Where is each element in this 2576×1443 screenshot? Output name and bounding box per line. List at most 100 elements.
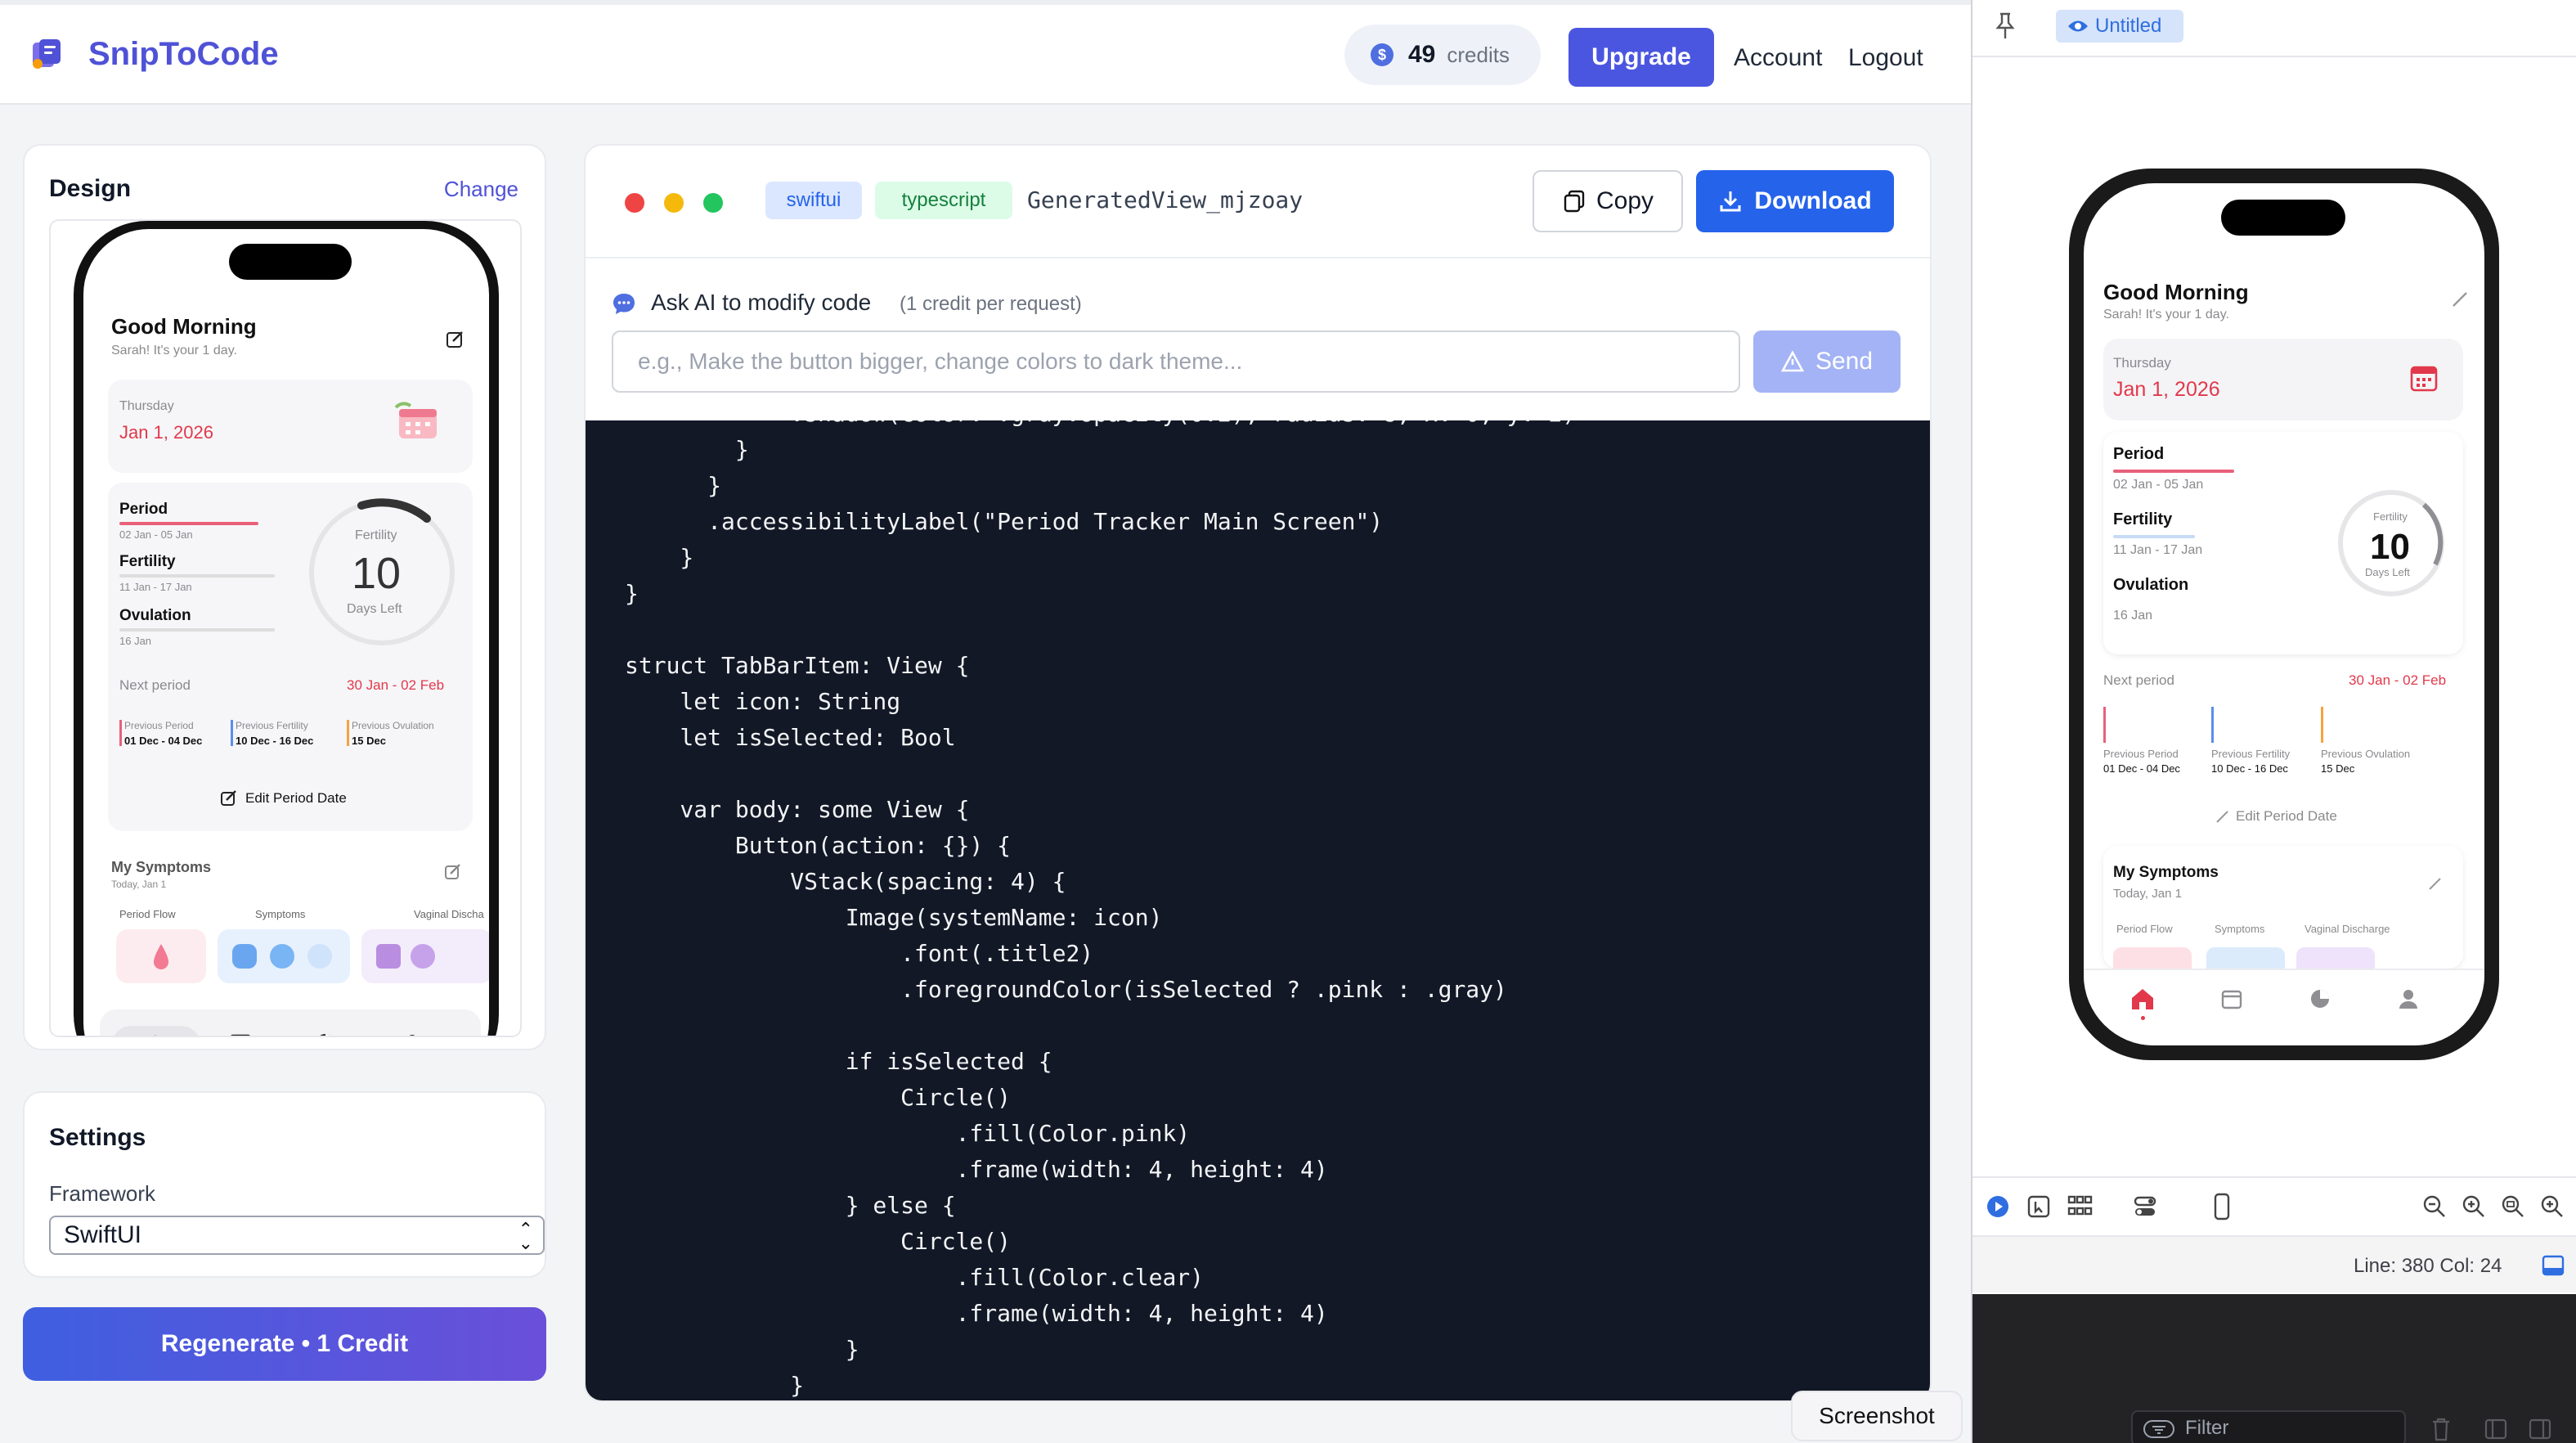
pie-chart-icon xyxy=(320,1034,331,1036)
select-cursor-icon[interactable] xyxy=(2026,1194,2051,1219)
zoom-in-icon[interactable] xyxy=(2540,1194,2565,1219)
device-icon[interactable] xyxy=(2213,1193,2231,1220)
body-icon xyxy=(232,944,257,969)
preview-greeting: Good Morning xyxy=(111,314,257,339)
period-flow-tile xyxy=(116,929,206,983)
xcode-fertility-bar xyxy=(2113,535,2195,538)
xcode-symptoms-tile xyxy=(2206,947,2285,969)
edit-icon xyxy=(447,331,463,348)
xcode-prev-period-marker xyxy=(2103,707,2106,743)
zoom-fit-icon[interactable] xyxy=(2462,1194,2486,1219)
xcode-discharge-tile xyxy=(2296,947,2375,969)
download-label: Download xyxy=(1754,187,1872,214)
variants-toggle-icon[interactable] xyxy=(2133,1194,2157,1219)
copy-button[interactable]: Copy xyxy=(1533,170,1683,232)
xcode-calendar-icon xyxy=(2410,366,2438,392)
updown-chevron-icon: ⌃ ⌄ xyxy=(518,1219,533,1253)
split-right-icon[interactable] xyxy=(2529,1418,2551,1440)
debug-console: Filter xyxy=(1972,1294,2576,1443)
xcode-calendar-tab-icon[interactable] xyxy=(2221,988,2242,1009)
xcode-person-icon[interactable] xyxy=(2398,988,2419,1009)
xcode-home-icon[interactable] xyxy=(2129,987,2156,1011)
xcode-edit-pencil-icon xyxy=(2216,811,2228,823)
framework-select[interactable]: SwiftUI ⌃ ⌄ xyxy=(49,1216,545,1255)
play-icon[interactable] xyxy=(1986,1194,2010,1219)
ai-prompt-input[interactable] xyxy=(612,330,1740,393)
xcode-next-period-label: Next period xyxy=(2103,672,2174,688)
top-bar: SnipToCode $ 49 credits Upgrade Account … xyxy=(0,0,1971,105)
xcode-phone-frame: Good Morning Sarah! It's your 1 day. Thu… xyxy=(2069,169,2499,1060)
canvas-preview: Good Morning Sarah! It's your 1 day. Thu… xyxy=(1972,56,2576,1176)
xcode-ring-label: Fertility xyxy=(2373,510,2408,523)
preview-ring-value: 10 xyxy=(352,549,402,598)
preview-next-period-label: Next period xyxy=(119,677,191,693)
preview-date: Jan 1, 2026 xyxy=(119,422,213,443)
preview-symptom-symptoms-label: Symptoms xyxy=(255,908,306,920)
symptoms-tile xyxy=(218,929,350,983)
xcode-fertility-dates: 11 Jan - 17 Jan xyxy=(2113,543,2203,557)
preview-phone-screen: Good Morning Sarah! It's your 1 day. Thu… xyxy=(83,229,489,1036)
logout-link[interactable]: Logout xyxy=(1848,44,1923,72)
brand-name[interactable]: SnipToCode xyxy=(88,36,279,73)
code-editor[interactable]: .shadow(color: .gray.opacity(0.2), radiu… xyxy=(586,420,1930,1400)
preview-edit-period: Edit Period Date xyxy=(245,790,347,806)
untitled-tab[interactable]: Untitled xyxy=(2056,10,2183,43)
filter-label: Filter xyxy=(2185,1417,2229,1439)
upgrade-button[interactable]: Upgrade xyxy=(1568,28,1714,87)
xcode-period-dates: 02 Jan - 05 Jan xyxy=(2113,478,2204,492)
xcode-prev-fertility-label: Previous Fertility xyxy=(2211,748,2291,760)
xcode-ovulation-dates: 16 Jan xyxy=(2113,609,2153,623)
cup-icon xyxy=(376,944,401,969)
more-icon xyxy=(307,944,332,969)
credits-badge: $ 49 credits xyxy=(1344,25,1541,85)
xcode-tab-bar xyxy=(2084,969,2484,1045)
dollar-coin-icon: $ xyxy=(1371,43,1393,66)
xcode-pencil-icon xyxy=(2453,292,2467,307)
split-left-icon[interactable] xyxy=(2484,1418,2507,1440)
preview-toolbar xyxy=(1972,1176,2576,1235)
download-button[interactable]: Download xyxy=(1696,170,1894,232)
grid-icon[interactable] xyxy=(2067,1194,2094,1219)
preview-next-period-value: 30 Jan - 02 Feb xyxy=(347,677,445,693)
typescript-chip[interactable]: typescript xyxy=(875,182,1012,219)
swiftui-chip[interactable]: swiftui xyxy=(765,182,862,219)
preview-phone-frame: Good Morning Sarah! It's your 1 day. Thu… xyxy=(74,221,499,1036)
xcode-pie-chart-icon[interactable] xyxy=(2309,988,2331,1009)
xcode-fertility-label: Fertility xyxy=(2113,510,2173,528)
xcode-subgreeting: Sarah! It's your 1 day. xyxy=(2103,308,2229,321)
home-icon xyxy=(154,1035,157,1036)
sniptocode-app: SnipToCode $ 49 credits Upgrade Account … xyxy=(0,0,1971,1443)
design-title: Design xyxy=(49,175,132,202)
xcode-symptom-discharge: Vaginal Discharge xyxy=(2304,923,2390,935)
preview-prev-fertility-label: Previous Fertility xyxy=(236,720,308,731)
line-column-indicator: Line: 380 Col: 24 xyxy=(2354,1255,2502,1277)
regenerate-button[interactable]: Regenerate • 1 Credit xyxy=(23,1307,546,1381)
dynamic-island xyxy=(229,244,352,280)
preview-symptoms-sub: Today, Jan 1 xyxy=(111,879,167,890)
xcode-ring-sub: Days Left xyxy=(2365,566,2410,578)
xcode-prev-fertility-value: 10 Dec - 16 Dec xyxy=(2211,762,2288,775)
copy-label: Copy xyxy=(1595,187,1654,214)
zoom-actual-icon[interactable] xyxy=(2501,1194,2525,1219)
zoom-out-icon[interactable] xyxy=(2422,1194,2447,1219)
ai-modify-label: Ask AI to modify code xyxy=(651,290,872,315)
pin-icon[interactable] xyxy=(1994,11,2017,41)
filter-icon xyxy=(2143,1420,2174,1438)
xcode-weekday: Thursday xyxy=(2113,355,2171,371)
preview-prev-period-label: Previous Period xyxy=(124,720,194,731)
window-zoom-dot xyxy=(703,193,723,213)
preview-prev-ovulation-marker xyxy=(347,720,349,746)
design-card: Design Change Good Morning Sarah! It's y… xyxy=(23,144,546,1050)
trash-icon[interactable] xyxy=(2430,1417,2452,1441)
account-link[interactable]: Account xyxy=(1734,44,1822,72)
panel-toggle-icon[interactable] xyxy=(2542,1255,2565,1276)
send-button[interactable]: Send xyxy=(1753,330,1901,393)
xcode-period-label: Period xyxy=(2113,445,2165,463)
download-icon xyxy=(1720,191,1741,212)
framework-label: Framework xyxy=(49,1181,156,1206)
preview-period-dates: 02 Jan - 05 Jan xyxy=(119,528,193,541)
eye-icon xyxy=(2068,20,2088,32)
change-design-link[interactable]: Change xyxy=(444,177,518,202)
filter-field[interactable]: Filter xyxy=(2131,1410,2406,1443)
xcode-ovulation-label: Ovulation xyxy=(2113,576,2189,594)
